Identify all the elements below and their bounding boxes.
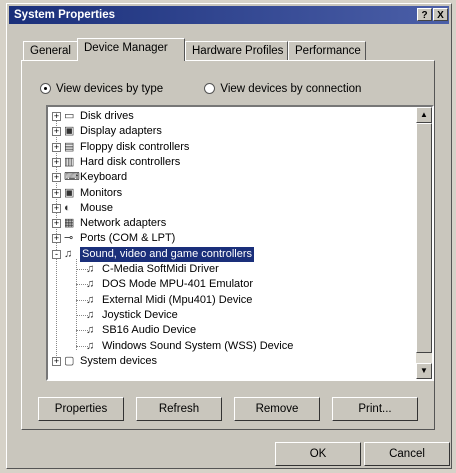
device-label: Windows Sound System (WSS) Device — [102, 339, 294, 352]
properties-button[interactable]: Properties — [38, 397, 124, 421]
radio-unselected-icon[interactable] — [204, 83, 216, 94]
device-label: Display adapters — [80, 125, 162, 138]
keyboard-icon: ⌨ — [64, 171, 80, 184]
device-category-row[interactable]: + ◐ Mouse — [48, 201, 414, 216]
network-card-icon: ▦ — [64, 217, 75, 230]
remove-button[interactable]: Remove — [234, 397, 320, 421]
sound-device-icon: ♫ — [86, 278, 95, 291]
device-label: External Midi (Mpu401) Device — [102, 293, 253, 306]
view-by-connection-label: View devices by connection — [220, 83, 362, 95]
scroll-up-icon[interactable]: ▲ — [416, 107, 432, 123]
refresh-button[interactable]: Refresh — [136, 397, 222, 421]
print-button[interactable]: Print... — [332, 397, 418, 421]
expand-icon[interactable]: + — [52, 356, 61, 366]
device-category-row[interactable]: - ♫ Sound, video and game controllers — [48, 246, 414, 262]
view-by-connection-option[interactable]: View devices by connection — [204, 83, 361, 95]
cancel-button[interactable]: Cancel — [364, 442, 450, 466]
device-label: Hard disk controllers — [80, 155, 181, 168]
device-category-row[interactable]: + ▭ Disk drives — [48, 109, 414, 124]
view-options: View devices by type View devices by con… — [40, 83, 361, 95]
sound-device-icon: ♫ — [86, 308, 95, 321]
device-label: Floppy disk controllers — [80, 140, 190, 153]
device-row[interactable]: ♫ Joystick Device — [48, 308, 414, 323]
device-row[interactable]: ♫ SB16 Audio Device — [48, 323, 414, 338]
window-title: System Properties — [14, 9, 115, 21]
scroll-down-icon[interactable]: ▼ — [416, 363, 432, 379]
device-category-row[interactable]: + ⊸ Ports (COM & LPT) — [48, 231, 414, 246]
tab-device-manager[interactable]: Device Manager — [77, 38, 185, 61]
expand-icon[interactable]: + — [52, 219, 61, 229]
device-row[interactable]: ♫ C-Media SoftMidi Driver — [48, 262, 414, 277]
expand-icon[interactable]: + — [52, 188, 61, 198]
collapse-icon[interactable]: - — [52, 249, 61, 259]
close-button[interactable]: X — [433, 8, 448, 21]
ok-button[interactable]: OK — [275, 442, 361, 466]
device-label: Mouse — [80, 201, 114, 214]
view-by-type-option[interactable]: View devices by type — [40, 83, 166, 95]
view-by-type-label: View devices by type — [56, 83, 164, 95]
device-label: System devices — [80, 354, 158, 367]
device-manager-panel: View devices by type View devices by con… — [21, 60, 435, 430]
device-category-row[interactable]: + ⌨ Keyboard — [48, 170, 414, 185]
device-label: Network adapters — [80, 217, 167, 230]
device-row[interactable]: ♫ External Midi (Mpu401) Device — [48, 293, 414, 308]
tab-general[interactable]: General — [23, 41, 78, 60]
vertical-scrollbar[interactable]: ▲ ▼ — [416, 107, 432, 379]
sound-device-icon: ♫ — [86, 324, 95, 337]
device-label: Monitors — [80, 186, 123, 199]
system-properties-window: System Properties ? X General Device Man… — [6, 3, 452, 469]
tab-hardware-profiles[interactable]: Hardware Profiles — [185, 41, 288, 60]
computer-icon: ▢ — [64, 354, 75, 367]
device-category-row[interactable]: + ▥ Hard disk controllers — [48, 155, 414, 170]
expand-icon[interactable]: + — [52, 142, 61, 152]
device-label: Ports (COM & LPT) — [80, 232, 176, 245]
device-row[interactable]: ♫ DOS Mode MPU-401 Emulator — [48, 277, 414, 292]
expand-icon[interactable]: + — [52, 127, 61, 137]
port-icon: ⊸ — [64, 232, 74, 245]
device-label: Sound, video and game controllers — [80, 246, 254, 262]
device-tree[interactable]: + ▭ Disk drives + ▣ Display adapters + ▤ Floppy … — [46, 105, 434, 381]
title-bar[interactable]: System Properties ? X — [9, 6, 449, 24]
device-row[interactable]: ♫ Windows Sound System (WSS) Device — [48, 339, 414, 354]
mouse-icon: ◐ — [64, 201, 71, 214]
device-category-row[interactable]: + ▤ Floppy disk controllers — [48, 140, 414, 155]
device-label: Disk drives — [80, 110, 134, 122]
device-label: SB16 Audio Device — [102, 324, 197, 337]
sound-device-icon: ♫ — [64, 247, 73, 260]
monitor-icon: ▣ — [64, 125, 75, 138]
tab-performance[interactable]: Performance — [288, 41, 366, 60]
expand-icon[interactable]: + — [52, 173, 61, 183]
radio-selected-icon[interactable] — [40, 83, 51, 94]
monitor-icon: ▣ — [64, 186, 75, 199]
device-label: Joystick Device — [102, 308, 178, 321]
expand-icon[interactable]: + — [52, 112, 61, 121]
disk-drive-icon: ▭ — [64, 110, 75, 122]
device-category-row[interactable]: + ▢ System devices — [48, 354, 414, 369]
expand-icon[interactable]: + — [52, 157, 61, 167]
sound-device-icon: ♫ — [86, 293, 95, 306]
sound-device-icon: ♫ — [86, 263, 95, 275]
device-label: C-Media SoftMidi Driver — [102, 263, 219, 275]
device-label: Keyboard — [80, 171, 128, 184]
help-button[interactable]: ? — [417, 8, 432, 21]
device-category-row[interactable]: + ▦ Network adapters — [48, 216, 414, 231]
expand-icon[interactable]: + — [52, 203, 61, 213]
scroll-thumb[interactable] — [416, 123, 432, 353]
expand-icon[interactable]: + — [52, 234, 61, 244]
hdd-controller-icon: ▥ — [64, 155, 75, 168]
device-category-row[interactable]: + ▣ Display adapters — [48, 124, 414, 139]
sound-device-icon: ♫ — [86, 339, 95, 352]
floppy-icon: ▤ — [64, 140, 75, 153]
device-label: DOS Mode MPU-401 Emulator — [102, 278, 253, 291]
device-category-row[interactable]: + ▣ Monitors — [48, 186, 414, 201]
